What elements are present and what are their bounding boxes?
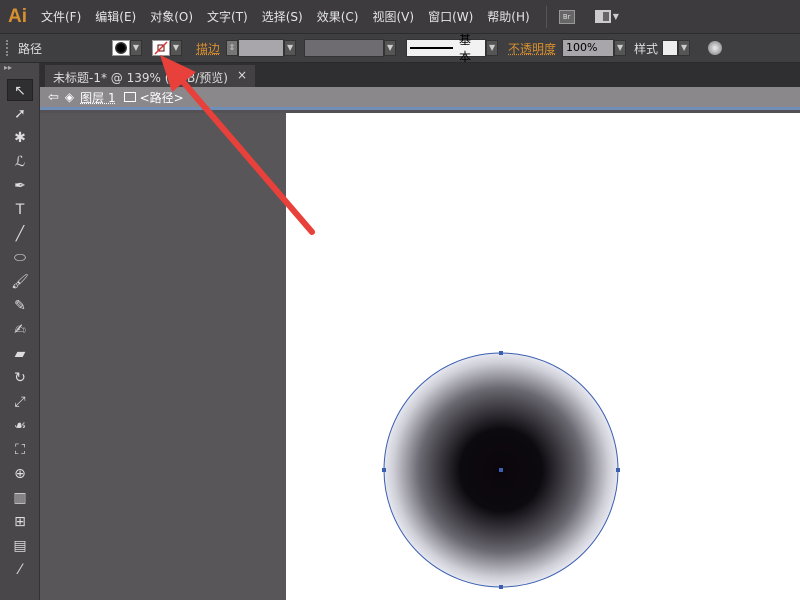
anchor-point[interactable] bbox=[616, 468, 620, 472]
anchor-point[interactable] bbox=[499, 585, 503, 589]
anchor-point[interactable] bbox=[382, 468, 386, 472]
canvas-overlay bbox=[160, 55, 620, 589]
annotation-arrow bbox=[160, 55, 315, 235]
anchor-point[interactable] bbox=[499, 351, 503, 355]
gradient-circle[interactable] bbox=[382, 351, 620, 589]
center-point bbox=[499, 468, 503, 472]
